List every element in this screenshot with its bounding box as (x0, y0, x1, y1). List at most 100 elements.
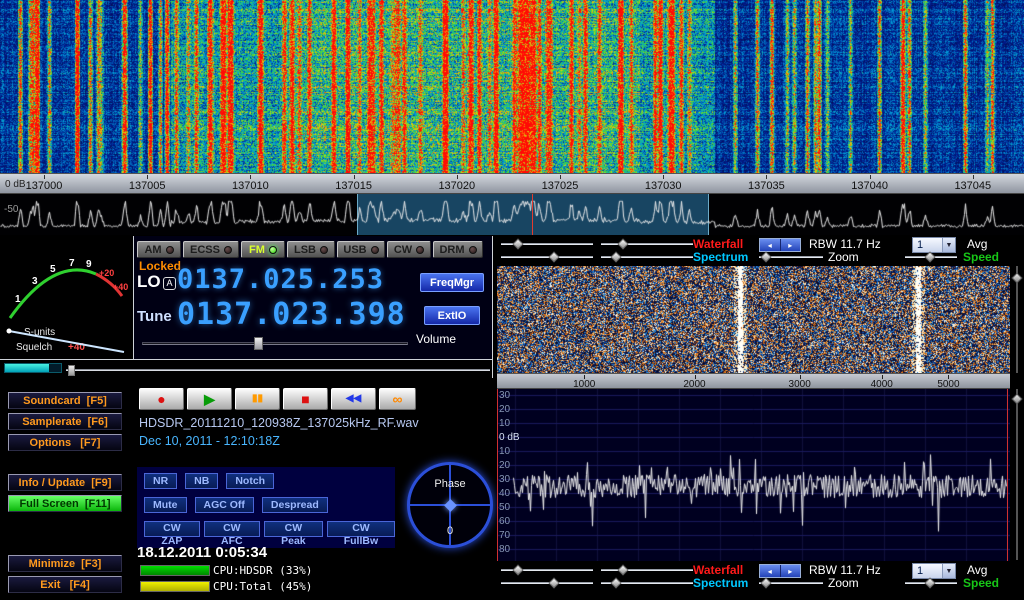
waterfall-contrast-slider[interactable] (501, 564, 593, 576)
transport-record-button[interactable]: ● (139, 388, 184, 410)
spectrum-tab[interactable]: Spectrum (693, 250, 748, 264)
squelch-slider[interactable] (66, 364, 490, 376)
waterfall-tab[interactable]: Waterfall (693, 237, 743, 251)
extio-button[interactable]: ExtIO (424, 306, 480, 325)
slider-thumb[interactable] (1011, 394, 1022, 405)
lo-lock-icon[interactable]: A (163, 277, 176, 290)
mode-button-fm[interactable]: FM (241, 241, 285, 258)
spectrum-contrast-slider[interactable] (501, 251, 593, 263)
slider-thumb[interactable] (617, 564, 628, 575)
mode-button-am[interactable]: AM (137, 241, 181, 258)
dsp-cw-fullbw-button[interactable]: CW FullBw (327, 521, 395, 537)
mode-button-cw[interactable]: CW (387, 241, 431, 258)
zoom-stepper[interactable]: ◂▸ (759, 564, 801, 578)
dsp-cw-zap-button[interactable]: CW ZAP (144, 521, 200, 537)
slider-thumb[interactable] (68, 365, 75, 376)
frequency-scale-label: 137025 (542, 180, 579, 192)
minimize-button[interactable]: Minimize [F3] (8, 555, 122, 572)
waterfall-contrast-slider[interactable] (501, 238, 593, 250)
slider-thumb[interactable] (1011, 272, 1022, 283)
slider-thumb[interactable] (761, 251, 772, 262)
mode-selector: AMECSSFMLSBUSBCWDRM (137, 241, 483, 258)
slider-thumb[interactable] (924, 577, 935, 588)
transport-stop-button[interactable]: ■ (283, 388, 328, 410)
frequency-scale-label: 137040 (851, 180, 888, 192)
waterfall-brightness-slider[interactable] (601, 238, 693, 250)
soundcard-button[interactable]: Soundcard [F5] (8, 392, 122, 409)
squelch-label: Squelch (16, 342, 52, 353)
transport-pause-button[interactable]: ▮▮ (235, 388, 280, 410)
lo-frequency-display[interactable]: 0137.025.253 (177, 264, 384, 295)
slider-thumb[interactable] (254, 337, 263, 350)
zoom-slider[interactable] (759, 251, 823, 263)
rf-spectrum-display[interactable]: 3020100 dB1020304050607080 (497, 389, 1010, 561)
recorded-file-timestamp: Dec 10, 2011 - 12:10:18Z (139, 434, 280, 448)
exit-button[interactable]: Exit [F4] (8, 576, 122, 593)
dsp-cw-afc-button[interactable]: CW AFC (204, 521, 260, 537)
mode-button-usb[interactable]: USB (337, 241, 385, 258)
dsp-nr-button[interactable]: NR (144, 473, 177, 489)
samplerate-button[interactable]: Samplerate [F6] (8, 413, 122, 430)
dropdown-arrow-icon[interactable]: ▼ (942, 564, 955, 578)
dsp-row: NR NB Notch (144, 473, 274, 489)
mode-button-drm[interactable]: DRM (433, 241, 483, 258)
slider-thumb[interactable] (617, 238, 628, 249)
mode-led-on-icon (269, 246, 277, 254)
mode-led-off-icon (166, 246, 174, 254)
spectrum-offset-slider[interactable] (601, 251, 693, 263)
spectrum-amplitude-slider[interactable] (1012, 389, 1022, 560)
zoom-in-arrow-icon[interactable]: ▸ (780, 565, 801, 577)
spectrum-tab[interactable]: Spectrum (693, 576, 748, 590)
dsp-notch-button[interactable]: Notch (226, 473, 274, 489)
mode-led-off-icon (320, 246, 328, 254)
slider-thumb[interactable] (924, 251, 935, 262)
dsp-mute-button[interactable]: Mute (144, 497, 187, 513)
slider-thumb[interactable] (761, 577, 772, 588)
speed-slider[interactable] (905, 577, 957, 589)
dsp-nb-button[interactable]: NB (185, 473, 218, 489)
slider-thumb[interactable] (611, 577, 622, 588)
speed-slider[interactable] (905, 251, 957, 263)
spectrum-axis-label: 20 (499, 460, 510, 471)
zoom-in-arrow-icon[interactable]: ▸ (780, 239, 801, 251)
s-meter-needle-tip (7, 329, 12, 334)
avg-label: Avg (967, 237, 987, 251)
db-axis-mid-label: -50 (4, 204, 18, 215)
slider-thumb[interactable] (611, 251, 622, 262)
zoom-out-arrow-icon[interactable]: ◂ (760, 565, 780, 577)
slider-thumb[interactable] (512, 238, 523, 249)
main-waterfall-display[interactable] (0, 0, 1024, 173)
mode-button-ecss[interactable]: ECSS (183, 241, 239, 258)
spectrum-contrast-slider[interactable] (501, 577, 593, 589)
slider-thumb[interactable] (549, 577, 560, 588)
zoom-slider[interactable] (759, 577, 823, 589)
tune-frequency-display[interactable]: 0137.023.398 (177, 297, 406, 332)
dsp-despread-button[interactable]: Despread (262, 497, 328, 513)
zoom-out-arrow-icon[interactable]: ◂ (760, 239, 780, 251)
slider-thumb[interactable] (512, 564, 523, 575)
dsp-cw-peak-button[interactable]: CW Peak (264, 521, 323, 537)
options-button[interactable]: Options [F7] (8, 434, 122, 451)
zoom-stepper[interactable]: ◂▸ (759, 238, 801, 252)
waterfall-brightness-slider[interactable] (601, 564, 693, 576)
frequency-tick (766, 175, 767, 179)
waterfall-tab[interactable]: Waterfall (693, 563, 743, 577)
transport-play-button[interactable]: ▶ (187, 388, 232, 410)
transport-rewind-button[interactable]: ◀◀ (331, 388, 376, 410)
fullscreen-button[interactable]: Full Screen [F11] (8, 495, 122, 512)
spectrum-offset-slider[interactable] (601, 577, 693, 589)
freqmgr-button[interactable]: FreqMgr (420, 273, 484, 292)
rf-waterfall-display[interactable] (497, 266, 1010, 373)
mode-button-lsb[interactable]: LSB (287, 241, 335, 258)
main-frequency-scale[interactable]: 0 dB 13700013700513701013701513702013702… (0, 173, 1024, 194)
slider-thumb[interactable] (549, 251, 560, 262)
volume-slider[interactable] (142, 336, 408, 351)
transport-loop-button[interactable]: ∞ (379, 388, 416, 410)
dsp-agc-off-button[interactable]: AGC Off (195, 497, 254, 513)
speed-label: Speed (963, 250, 999, 264)
frequency-scale-label: 137010 (232, 180, 269, 192)
waterfall-amplitude-slider[interactable] (1012, 266, 1022, 373)
cpu-total-bar-fill (141, 582, 209, 591)
dropdown-arrow-icon[interactable]: ▼ (942, 238, 955, 252)
info-update-button[interactable]: Info / Update [F9] (8, 474, 122, 491)
